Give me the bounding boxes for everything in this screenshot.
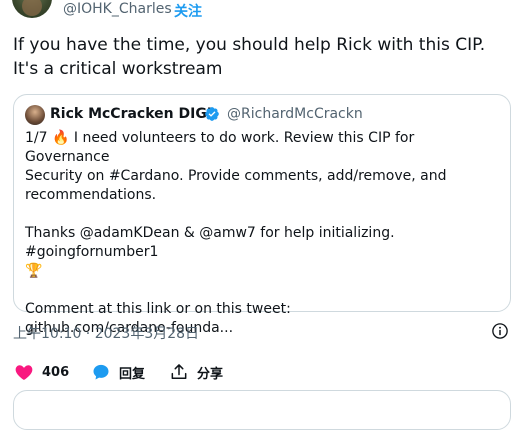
tweet-author-row: @IOHK_Charles 关注 bbox=[0, 0, 520, 20]
quoted-text-line: Thanks @adamKDean & @amw7 for help initi… bbox=[25, 225, 395, 260]
share-button[interactable]: 分享 bbox=[169, 360, 223, 384]
quoted-tweet-header: Rick McCracken DIGI @RichardMcCrackn bbox=[25, 105, 505, 125]
author-avatar[interactable] bbox=[12, 0, 52, 18]
share-upload-icon bbox=[171, 364, 187, 379]
like-count: 406 bbox=[42, 364, 70, 380]
quoted-text-line: Security on #Cardano. Provide comments, … bbox=[25, 168, 447, 184]
reply-bubble-icon bbox=[93, 364, 109, 380]
like-button[interactable]: 406 bbox=[14, 360, 69, 384]
quoted-tweet-body: 1/7 🔥 I need volunteers to do work. Revi… bbox=[25, 129, 495, 338]
quoted-author-handle: @RichardMcCrackn bbox=[227, 106, 363, 122]
quoted-text-line: Comment at this link or on this tweet: bbox=[25, 301, 291, 317]
quoted-author-name: Rick McCracken DIGI bbox=[50, 106, 213, 122]
author-handle[interactable]: @IOHK_Charles bbox=[63, 1, 172, 17]
quoted-text-line: 1/7 🔥 I need volunteers to do work. Revi… bbox=[25, 130, 415, 165]
quoted-text-line: recommendations. bbox=[25, 187, 157, 203]
tweet-actions-bar: 406 回复 分享 bbox=[0, 360, 520, 384]
tweet-text-line: If you have the time, you should help Ri… bbox=[13, 35, 486, 55]
info-icon[interactable] bbox=[491, 322, 509, 340]
tweet-text: If you have the time, you should help Ri… bbox=[13, 33, 508, 81]
share-label: 分享 bbox=[197, 366, 224, 382]
follow-button[interactable]: 关注 bbox=[174, 1, 202, 21]
verified-badge-icon bbox=[205, 107, 219, 121]
reply-composer-card[interactable] bbox=[13, 390, 511, 430]
heart-icon bbox=[15, 365, 33, 380]
reply-button[interactable]: 回复 bbox=[91, 360, 145, 384]
tweet-timestamp[interactable]: 上午10:10 · 2023年3月28日 bbox=[13, 323, 199, 343]
tweet-text-line: It's a critical workstream bbox=[13, 59, 223, 79]
quoted-tweet-card[interactable]: Rick McCracken DIGI @RichardMcCrackn 1/7… bbox=[13, 94, 511, 336]
quoted-author-avatar bbox=[25, 105, 45, 125]
reply-label: 回复 bbox=[119, 366, 146, 382]
trophy-emoji: 🏆 bbox=[25, 263, 43, 279]
